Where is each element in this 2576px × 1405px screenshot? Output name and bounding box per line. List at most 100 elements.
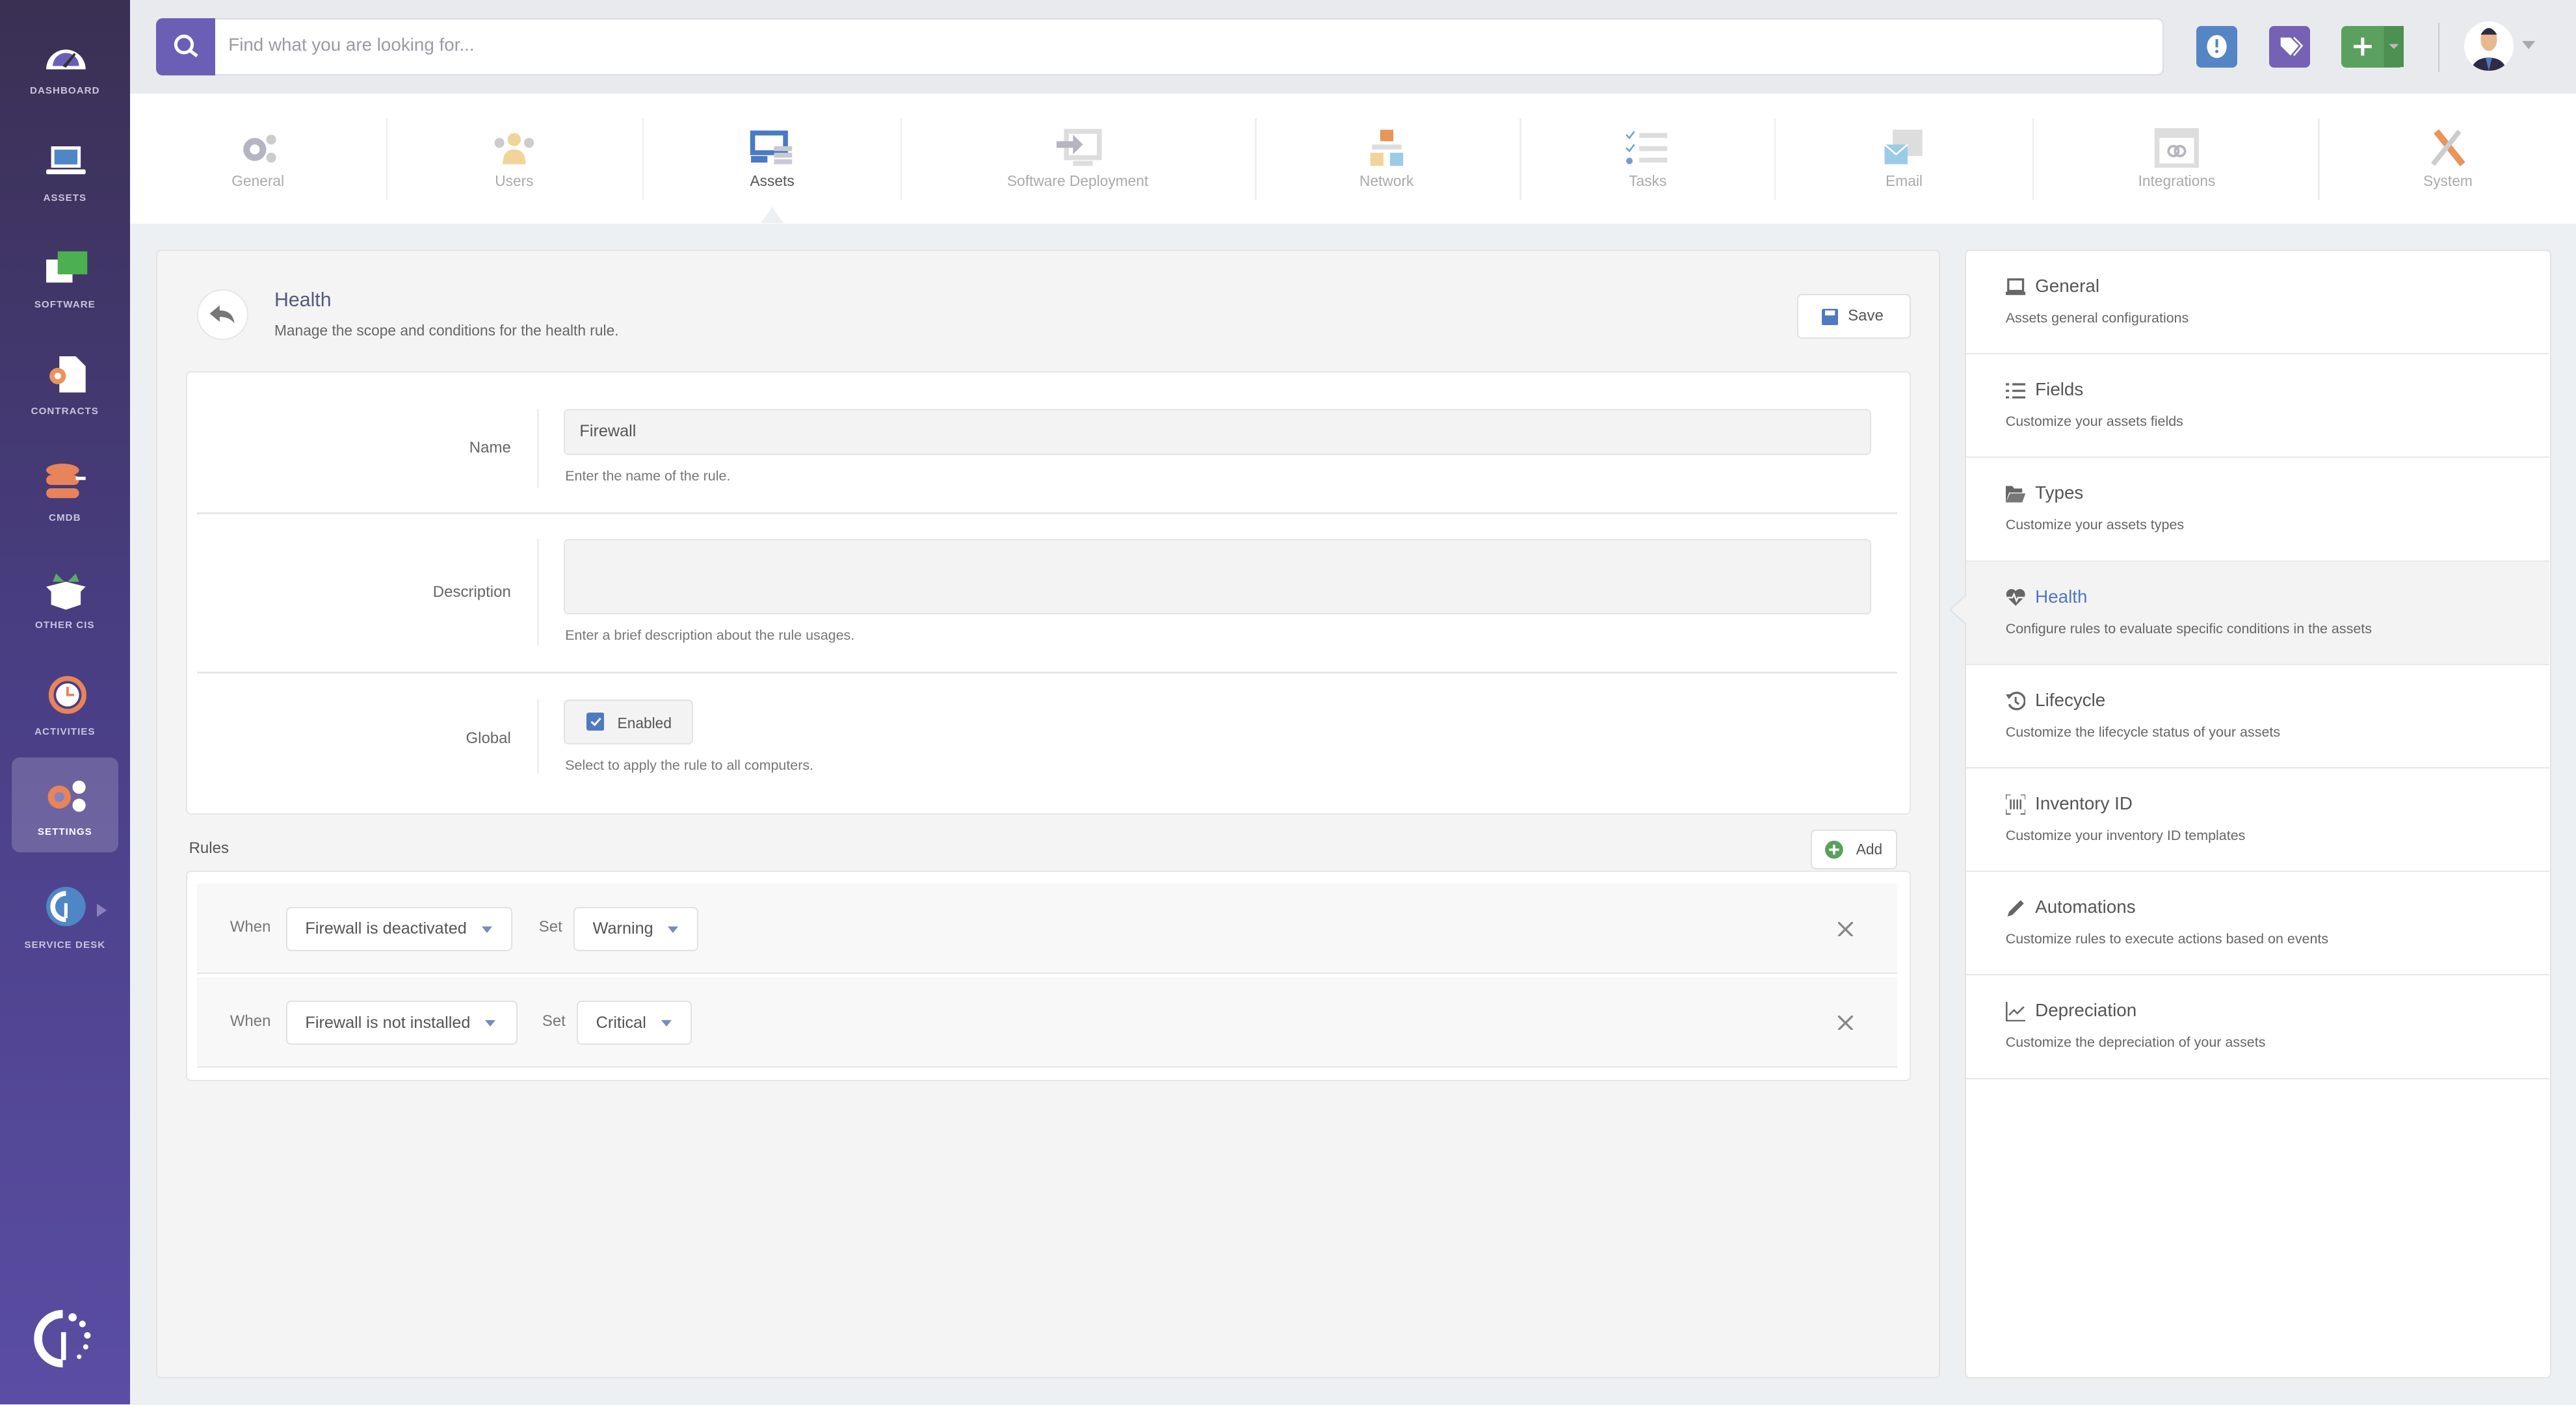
menu-item-automations[interactable]: Automations Customize rules to execute ac… <box>1966 872 2550 976</box>
alert-icon <box>2207 35 2228 59</box>
name-input[interactable]: Firewall <box>563 409 1872 455</box>
box-icon <box>46 573 86 610</box>
tab-system[interactable]: System <box>2382 118 2514 204</box>
search-button[interactable] <box>156 18 215 76</box>
sidebar-item-label: CMDB <box>49 512 81 524</box>
save-icon <box>1821 308 1838 325</box>
name-help: Enter the name of the rule. <box>565 468 731 484</box>
tasks-icon <box>1625 131 1668 164</box>
tab-users[interactable]: Users <box>449 118 580 204</box>
page-title: Health <box>274 289 332 311</box>
tab-network[interactable]: Network <box>1321 118 1452 204</box>
laptop-icon <box>2005 278 2025 296</box>
name-label: Name <box>469 438 511 456</box>
sidebar-item-settings[interactable]: SETTINGS <box>11 757 118 853</box>
sidebar-item-label: DASHBOARD <box>29 85 100 97</box>
tab-software-deployment[interactable]: Software Deployment <box>979 118 1176 204</box>
app-logo-icon <box>33 1310 90 1368</box>
condition-select[interactable]: Firewall is deactivated <box>285 906 513 951</box>
condition-select[interactable]: Firewall is not installed <box>285 1000 518 1045</box>
checkbox-checked-icon <box>586 713 605 731</box>
enabled-checkbox[interactable]: Enabled <box>563 700 694 744</box>
menu-item-health[interactable]: Health Configure rules to evaluate specif… <box>1966 561 2550 665</box>
user-menu-caret-icon[interactable] <box>2521 41 2535 51</box>
email-icon <box>1884 129 1923 164</box>
history-icon <box>2005 692 2025 711</box>
tab-general[interactable]: General <box>192 118 324 204</box>
deploy-icon <box>1056 129 1102 166</box>
tags-button[interactable] <box>2268 26 2310 68</box>
description-help: Enter a brief description about the rule… <box>565 627 855 644</box>
reply-arrow-icon <box>209 305 235 324</box>
laptop-icon <box>46 146 86 174</box>
description-label: Description <box>432 583 511 601</box>
sidebar-item-label: SERVICE DESK <box>24 939 106 951</box>
tag-icon <box>2280 37 2303 57</box>
add-rule-button[interactable]: Add <box>1810 830 1898 869</box>
sidebar-item-other-cis[interactable]: OTHER CIS <box>0 562 130 657</box>
sidebar-item-software[interactable]: SOFTWARE <box>0 241 130 337</box>
sidebar-item-label: OTHER CIS <box>34 619 95 631</box>
users-icon <box>494 133 534 164</box>
tab-assets[interactable]: Assets <box>707 118 838 204</box>
sidebar: DASHBOARD ASSETS SOFTWARE CONTRACTS CMDB… <box>0 0 130 1405</box>
menu-item-depreciation[interactable]: Depreciation Customize the depreciation o… <box>1966 975 2550 1079</box>
back-button[interactable] <box>197 289 248 341</box>
add-circle-icon <box>1824 841 1843 859</box>
asset-settings-menu: General Assets general configurations Fie… <box>1965 250 2552 1378</box>
tab-tasks[interactable]: Tasks <box>1582 118 1713 204</box>
caret-down-icon <box>661 1019 672 1027</box>
menu-item-types[interactable]: Types Customize your assets types <box>1966 458 2550 562</box>
database-icon <box>46 463 86 498</box>
description-textarea[interactable] <box>563 538 1872 614</box>
sidebar-item-label: ASSETS <box>43 192 87 204</box>
save-button[interactable]: Save <box>1797 294 1911 339</box>
when-label: When <box>230 1012 271 1030</box>
add-label: Add <box>1856 841 1883 858</box>
heartbeat-icon <box>2006 589 2025 606</box>
gears-icon <box>47 780 86 812</box>
set-label: Set <box>538 918 562 936</box>
caret-down-icon <box>481 926 492 933</box>
user-avatar-icon <box>2471 27 2507 71</box>
sidebar-item-dashboard[interactable]: DASHBOARD <box>0 28 130 124</box>
menu-item-lifecycle[interactable]: Lifecycle Customize the lifecycle status … <box>1966 665 2550 768</box>
active-menu-pointer <box>1950 594 1967 625</box>
sidebar-item-cmdb[interactable]: CMDB <box>0 455 130 551</box>
network-icon <box>1370 129 1403 166</box>
tab-integrations[interactable]: Integrations <box>2095 118 2259 204</box>
search-placeholder: Find what you are looking for... <box>228 34 475 55</box>
expand-arrow-icon[interactable] <box>97 903 107 917</box>
sidebar-item-contracts[interactable]: CONTRACTS <box>0 348 130 444</box>
add-new-button[interactable] <box>2341 26 2404 68</box>
sidebar-item-activities[interactable]: ACTIVITIES <box>0 668 130 764</box>
alerts-button[interactable] <box>2196 26 2238 68</box>
history-icon <box>48 676 86 714</box>
tab-email[interactable]: Email <box>1838 118 1969 204</box>
sidebar-item-label: ACTIVITIES <box>34 726 96 737</box>
divider <box>2438 23 2440 73</box>
contract-icon <box>49 356 86 393</box>
remove-rule-icon[interactable] <box>1838 1015 1854 1031</box>
global-label: Global <box>466 729 511 747</box>
sidebar-item-label: CONTRACTS <box>31 406 99 417</box>
software-icon <box>46 251 87 283</box>
status-select[interactable]: Warning <box>573 906 698 951</box>
line-chart-icon <box>2005 1001 2025 1022</box>
menu-item-fields[interactable]: Fields Customize your assets fields <box>1966 354 2550 458</box>
sidebar-item-assets[interactable]: ASSETS <box>0 135 130 230</box>
set-label: Set <box>542 1012 566 1030</box>
page-subtitle: Manage the scope and conditions for the … <box>274 322 619 339</box>
status-select[interactable]: Critical <box>576 1000 692 1045</box>
search-icon <box>174 34 198 57</box>
save-label: Save <box>1848 306 1884 324</box>
avatar[interactable] <box>2464 21 2514 71</box>
menu-item-inventory-id[interactable]: Inventory ID Customize your inventory ID … <box>1966 768 2550 873</box>
tools-icon <box>2431 129 2465 166</box>
folder-open-icon <box>2005 486 2025 503</box>
menu-item-general[interactable]: General Assets general configurations <box>1966 251 2550 355</box>
sidebar-item-service-desk[interactable]: SERVICE DESK <box>0 882 130 978</box>
rule-row: When Firewall is not installed Set Criti… <box>197 977 1898 1068</box>
sidebar-item-label: SOFTWARE <box>34 298 96 310</box>
remove-rule-icon[interactable] <box>1838 921 1854 937</box>
